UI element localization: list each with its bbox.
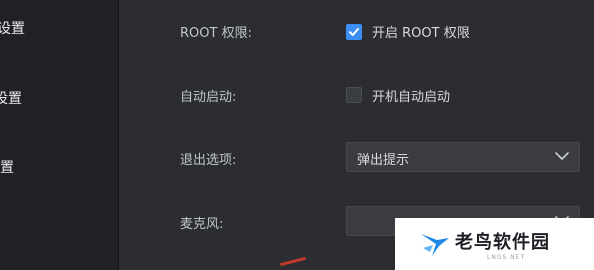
exit-option-value: 弹出提示 [357,153,410,168]
autostart-checkbox-label[interactable]: 开机自动启动 [372,86,450,105]
sidebar-item-advanced-settings[interactable]: 设置 [0,86,22,112]
microphone-label: 麦克风: [180,217,224,232]
site-watermark: 老鸟软件园 LNGS.NET [395,218,594,270]
check-icon [349,28,359,36]
watermark-text: 老鸟软件园 [455,232,550,253]
autostart-label: 自动启动: [180,90,237,105]
bird-logo-icon [421,234,449,256]
watermark-subtext: LNGS.NET [487,254,526,261]
sidebar-item-settings[interactable]: 设置 [0,16,25,42]
chevron-down-icon [555,152,569,160]
root-permission-checkbox-label[interactable]: 开启 ROOT 权限 [372,22,470,41]
exit-option-label: 退出选项: [180,153,237,168]
exit-option-select[interactable]: 弹出提示 [346,142,580,172]
sidebar-item-other-settings[interactable]: 置 [0,155,14,181]
root-permission-checkbox[interactable] [346,24,362,40]
root-permission-label: ROOT 权限: [180,26,252,41]
settings-sidebar: 设置 设置 置 [0,0,119,270]
autostart-checkbox[interactable] [346,87,362,103]
